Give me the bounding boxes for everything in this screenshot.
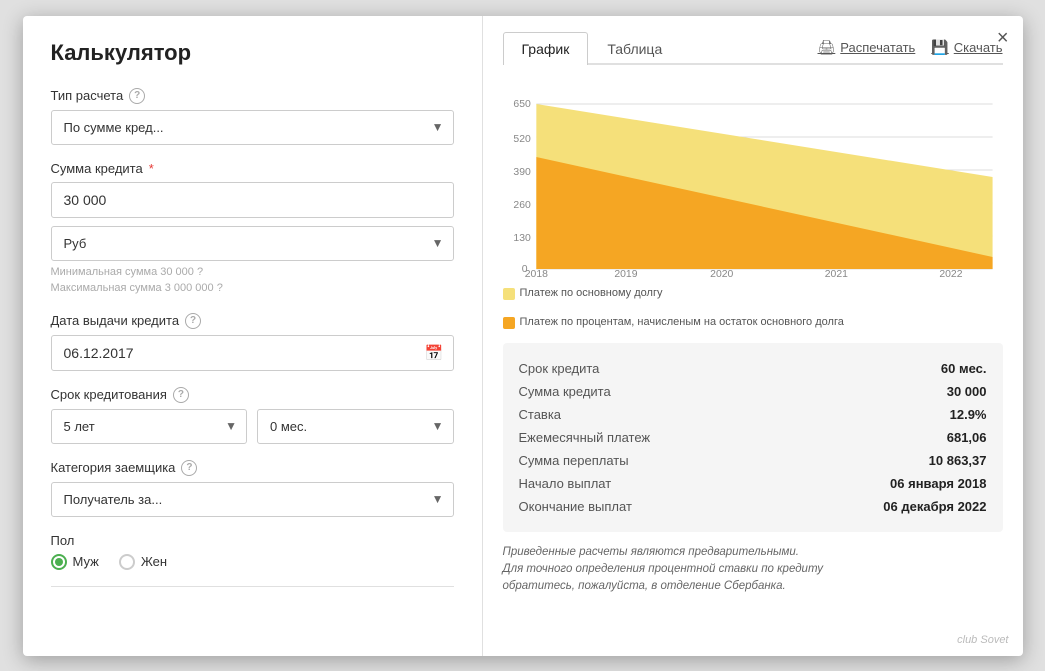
summary-label-4: Сумма переплаты [519, 453, 629, 468]
summary-label-6: Окончание выплат [519, 499, 632, 514]
disclaimer-text: Приведенные расчеты являются предварител… [503, 544, 1003, 596]
term-label: Срок кредитования ? [51, 387, 454, 403]
date-input-wrap: 06.12.2017 📅 [51, 335, 454, 371]
term-help-icon[interactable]: ? [173, 387, 189, 403]
date-row: Дата выдачи кредита ? 06.12.2017 📅 [51, 313, 454, 371]
gender-female-radio[interactable] [119, 554, 135, 570]
gender-male-radio[interactable] [51, 554, 67, 570]
category-row: Категория заемщика ? Получатель за... ▼ [51, 460, 454, 517]
tab-table[interactable]: Таблица [588, 32, 681, 65]
gender-male-label[interactable]: Муж [51, 554, 99, 570]
summary-label-2: Ставка [519, 407, 562, 422]
summary-value-5: 06 января 2018 [890, 476, 986, 491]
left-panel: Калькулятор Тип расчета ? По сумме кред.… [23, 16, 483, 656]
date-input[interactable]: 06.12.2017 [51, 335, 454, 371]
category-label: Категория заемщика ? [51, 460, 454, 476]
category-select-wrap: Получатель за... ▼ [51, 482, 454, 517]
tab-actions: 🖨 Распечатать 💾 Скачать [818, 39, 1003, 56]
legend-interest-dot [503, 317, 515, 329]
term-months-select[interactable]: 0 мес. [257, 409, 454, 444]
legend-interest-label: Платеж по процентам, начисленым на остат… [520, 316, 844, 328]
summary-value-6: 06 декабря 2022 [883, 499, 986, 514]
currency-select[interactable]: Руб [51, 226, 454, 261]
credit-sum-hints: Минимальная сумма 30 000 ? Максимальная … [51, 264, 454, 297]
calc-type-select-wrap: По сумме кред... ▼ [51, 110, 454, 145]
gender-row: Пол Муж Жен [51, 533, 454, 570]
summary-row-1: Сумма кредита 30 000 [519, 380, 987, 403]
legend-interest: Платеж по процентам, начисленым на остат… [503, 316, 844, 329]
term-years-wrap: 5 лет ▼ [51, 409, 248, 444]
print-button[interactable]: 🖨 Распечатать [818, 39, 916, 56]
credit-sum-input[interactable]: 30 000 [51, 182, 454, 218]
term-years-select[interactable]: 5 лет [51, 409, 248, 444]
hint-max: Максимальная сумма 3 000 000 ? [51, 280, 454, 297]
summary-row-4: Сумма переплаты 10 863,37 [519, 449, 987, 472]
summary-label-0: Срок кредита [519, 361, 600, 376]
calc-type-select[interactable]: По сумме кред... [51, 110, 454, 145]
currency-select-wrap: Руб ▼ [51, 226, 454, 261]
svg-text:520: 520 [513, 134, 531, 145]
term-selects: 5 лет ▼ 0 мес. ▼ [51, 409, 454, 444]
calc-type-label: Тип расчета ? [51, 88, 454, 104]
hint-min: Минимальная сумма 30 000 ? [51, 264, 454, 281]
category-select[interactable]: Получатель за... [51, 482, 454, 517]
credit-sum-label: Сумма кредита * [51, 161, 454, 176]
term-months-wrap: 0 мес. ▼ [257, 409, 454, 444]
svg-text:130: 130 [513, 233, 531, 244]
summary-value-1: 30 000 [947, 384, 987, 399]
gender-male-text: Муж [73, 554, 99, 569]
summary-label-5: Начало выплат [519, 476, 612, 491]
summary-value-3: 681,06 [947, 430, 987, 445]
svg-text:650: 650 [513, 99, 531, 110]
date-help-icon[interactable]: ? [185, 313, 201, 329]
summary-row-6: Окончание выплат 06 декабря 2022 [519, 495, 987, 518]
summary-label-1: Сумма кредита [519, 384, 611, 399]
chart-svg: 0 130 260 390 520 650 2018 2019 [503, 77, 1003, 277]
calculator-modal: × Калькулятор Тип расчета ? По сумме кре… [23, 16, 1023, 656]
summary-row-0: Срок кредита 60 мес. [519, 357, 987, 380]
legend-principal: Платеж по основному долгу [503, 287, 663, 300]
calc-type-row: Тип расчета ? По сумме кред... ▼ [51, 88, 454, 145]
summary-label-3: Ежемесячный платеж [519, 430, 651, 445]
category-help-icon[interactable]: ? [181, 460, 197, 476]
tab-chart[interactable]: График [503, 32, 589, 65]
term-row: Срок кредитования ? 5 лет ▼ 0 мес. ▼ [51, 387, 454, 444]
legend-principal-dot [503, 288, 515, 300]
date-label: Дата выдачи кредита ? [51, 313, 454, 329]
summary-row-2: Ставка 12.9% [519, 403, 987, 426]
summary-row-3: Ежемесячный платеж 681,06 [519, 426, 987, 449]
legend-principal-label: Платеж по основному долгу [520, 287, 663, 299]
gender-label: Пол [51, 533, 454, 548]
bottom-row [51, 586, 454, 595]
watermark: club Sovet [957, 634, 1008, 646]
summary-row-5: Начало выплат 06 января 2018 [519, 472, 987, 495]
svg-text:2020: 2020 [710, 269, 733, 277]
summary-table: Срок кредита 60 мес. Сумма кредита 30 00… [503, 343, 1003, 532]
right-panel: График Таблица 🖨 Распечатать 💾 Скачать 0… [483, 16, 1023, 656]
summary-value-2: 12.9% [950, 407, 987, 422]
download-button[interactable]: 💾 Скачать [931, 39, 1002, 56]
tab-bar: График Таблица 🖨 Распечатать 💾 Скачать [503, 32, 1003, 65]
summary-value-0: 60 мес. [941, 361, 987, 376]
svg-text:2018: 2018 [524, 269, 547, 277]
gender-female-text: Жен [141, 554, 167, 569]
svg-text:390: 390 [513, 167, 531, 178]
gender-radio-group: Муж Жен [51, 554, 454, 570]
chart-area: 0 130 260 390 520 650 2018 2019 [503, 77, 1003, 277]
calc-type-help-icon[interactable]: ? [129, 88, 145, 104]
summary-value-4: 10 863,37 [929, 453, 987, 468]
download-icon: 💾 [931, 39, 948, 56]
svg-text:2022: 2022 [939, 269, 962, 277]
print-icon: 🖨 [818, 39, 836, 56]
gender-female-label[interactable]: Жен [119, 554, 167, 570]
close-button[interactable]: × [997, 28, 1009, 48]
credit-sum-row: Сумма кредита * 30 000 Руб ▼ Минимальная… [51, 161, 454, 297]
panel-title: Калькулятор [51, 40, 454, 66]
svg-text:2019: 2019 [614, 269, 637, 277]
svg-text:2021: 2021 [824, 269, 847, 277]
svg-text:260: 260 [513, 200, 531, 211]
chart-legend: Платеж по основному долгу Платеж по проц… [503, 287, 1003, 329]
